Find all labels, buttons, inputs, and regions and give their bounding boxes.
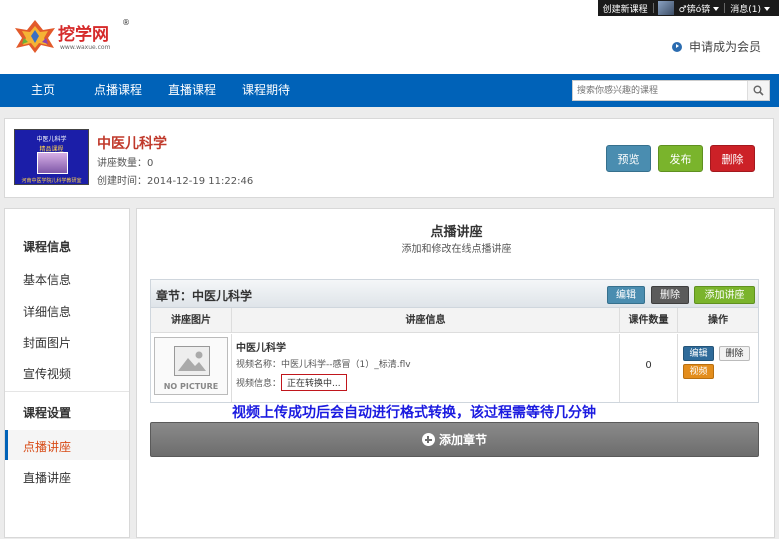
edit-lecture-button[interactable]: 编辑 — [683, 346, 714, 361]
apply-member-label: 申请成为会员 — [688, 40, 761, 54]
sidebar-section-course-settings: 课程设置 — [23, 406, 72, 420]
image-placeholder-icon — [174, 346, 210, 376]
play-circle-icon — [671, 41, 682, 52]
top-bar: 创建新课程 ♂锛ó锛 消息(1) — [0, 0, 779, 16]
delete-course-button[interactable]: 删除 — [710, 145, 755, 172]
column-header: 讲座图片 — [151, 308, 232, 333]
search-button[interactable] — [747, 81, 769, 100]
search-icon — [753, 85, 764, 96]
video-info-label: 视频信息： — [236, 379, 282, 389]
course-cover-image: 中医儿科学 精品课程 河南中医学院儿科学教研室 — [14, 129, 89, 185]
delete-lecture-button[interactable]: 删除 — [719, 346, 750, 361]
conversion-note: 视频上传成功后会自动进行格式转换，该过程需等待几分钟 — [232, 405, 596, 421]
cover-footer: 河南中医学院儿科学教研室 — [21, 178, 82, 184]
add-chapter-button[interactable]: 添加章节 — [150, 422, 759, 457]
column-header: 讲座信息 — [232, 308, 620, 333]
lecture-info-cell: 中医儿科学 视频名称：中医儿科学--感冒（1）_标清.flv 视频信息： 正在转换… — [232, 334, 620, 402]
divider — [652, 3, 654, 13]
registered-mark: ® — [122, 18, 130, 27]
page-subtitle: 添加和修改在线点播讲座 — [401, 244, 512, 255]
sidebar-item-label: 点播讲座 — [23, 440, 72, 454]
publish-button[interactable]: 发布 — [658, 145, 703, 172]
column-header: 课件数量 — [620, 308, 678, 333]
actions-cell: 编辑 删除 视频 — [678, 334, 758, 402]
video-status-badge: 正在转换中... — [281, 374, 347, 391]
column-header: 操作 — [708, 315, 728, 326]
courseware-count-cell: 0 — [620, 334, 678, 402]
site-header: 挖学网 ® www.waxue.com 申请成为会员 — [0, 16, 779, 74]
course-summary-card: 中医儿科学 精品课程 河南中医学院儿科学教研室 中医儿科学 讲座数量：0 创建时… — [4, 118, 774, 198]
search-input[interactable] — [573, 81, 747, 100]
sidebar-item-cover-image[interactable]: 封面图片 — [23, 334, 71, 351]
sidebar-item-details[interactable]: 详细信息 — [23, 303, 71, 320]
sidebar-item-vod-lectures[interactable]: 点播讲座 — [5, 430, 129, 460]
add-chapter-content: 添加章节 — [151, 423, 758, 456]
course-title: 中医儿科学 — [97, 136, 167, 152]
created-time: 创建时间：2014-12-19 11:22:46 — [97, 176, 254, 187]
create-course-link[interactable]: 创建新课程 — [598, 2, 653, 15]
user-toolbar: 创建新课程 ♂锛ó锛 消息(1) — [597, 0, 779, 16]
delete-chapter-button[interactable]: 删除 — [651, 286, 689, 304]
logo-text: 挖学网 — [58, 25, 109, 45]
lecture-title: 中医儿科学 — [236, 343, 286, 354]
lecture-picture-cell: NO PICTURE — [151, 334, 232, 402]
search-box — [572, 80, 770, 101]
add-lecture-button[interactable]: 添加讲座 — [694, 286, 755, 304]
chevron-down-icon — [713, 7, 720, 11]
sidebar-item-basic-info[interactable]: 基本信息 — [23, 271, 71, 288]
avatar[interactable] — [657, 1, 674, 15]
messages-menu[interactable]: 消息(1) — [725, 2, 775, 15]
settings-sidebar: 课程信息 基本信息 详细信息 封面图片 宣传视频 课程设置 点播讲座 直播讲座 — [4, 208, 130, 538]
plus-circle-icon — [421, 433, 435, 446]
chapter-title: 章节：中医儿科学 — [156, 289, 253, 303]
messages-label: 消息(1) — [730, 4, 761, 15]
lecture-count: 讲座数量：0 — [97, 158, 154, 169]
chapter-header: 章节：中医儿科学 编辑 删除 添加讲座 — [151, 280, 758, 308]
logo-url: www.waxue.com — [60, 44, 111, 51]
edit-chapter-button[interactable]: 编辑 — [607, 286, 645, 304]
nav-home[interactable]: 主页 — [31, 74, 55, 107]
nav-live-courses[interactable]: 直播课程 — [168, 74, 216, 107]
page-title: 点播讲座 — [430, 225, 483, 240]
table-row: NO PICTURE 中医儿科学 视频名称：中医儿科学--感冒（1）_标清.fl… — [151, 334, 758, 402]
lecture-video-button[interactable]: 视频 — [683, 364, 714, 379]
sidebar-section-course-info: 课程信息 — [23, 240, 72, 254]
cover-title: 中医儿科学 — [36, 136, 67, 143]
no-picture-placeholder: NO PICTURE — [154, 337, 228, 395]
divider — [5, 391, 129, 392]
sidebar-item-promo-video[interactable]: 宣传视频 — [23, 365, 71, 382]
chapter-panel: 章节：中医儿科学 编辑 删除 添加讲座 讲座图片 讲座信息 课件数量 操作 NO… — [150, 279, 759, 403]
preview-button[interactable]: 预览 — [606, 145, 651, 172]
nav-vod-courses[interactable]: 点播课程 — [94, 74, 142, 107]
nav-course-expectations[interactable]: 课程期待 — [242, 74, 290, 107]
courseware-count: 0 — [645, 360, 652, 371]
main-panel: 点播讲座 添加和修改在线点播讲座 章节：中医儿科学 编辑 删除 添加讲座 讲座图… — [136, 208, 775, 538]
apply-member-link[interactable]: 申请成为会员 — [671, 38, 761, 55]
no-picture-label: NO PICTURE — [163, 382, 219, 391]
video-name: 视频名称：中医儿科学--感冒（1）_标清.flv — [236, 360, 411, 370]
user-name: ♂锛ó锛 — [678, 4, 711, 15]
add-chapter-label: 添加章节 — [438, 433, 487, 447]
user-menu[interactable]: ♂锛ó锛 — [674, 2, 725, 15]
video-info: 视频信息： 正在转换中... — [236, 374, 347, 391]
logo-mark-icon — [15, 20, 55, 53]
cover-photo — [37, 152, 68, 174]
table-header: 讲座图片 讲座信息 课件数量 操作 — [151, 308, 758, 333]
site-logo[interactable]: 挖学网 ® www.waxue.com — [10, 18, 130, 58]
sidebar-item-live-lectures[interactable]: 直播讲座 — [23, 469, 71, 486]
chevron-down-icon — [764, 7, 770, 11]
